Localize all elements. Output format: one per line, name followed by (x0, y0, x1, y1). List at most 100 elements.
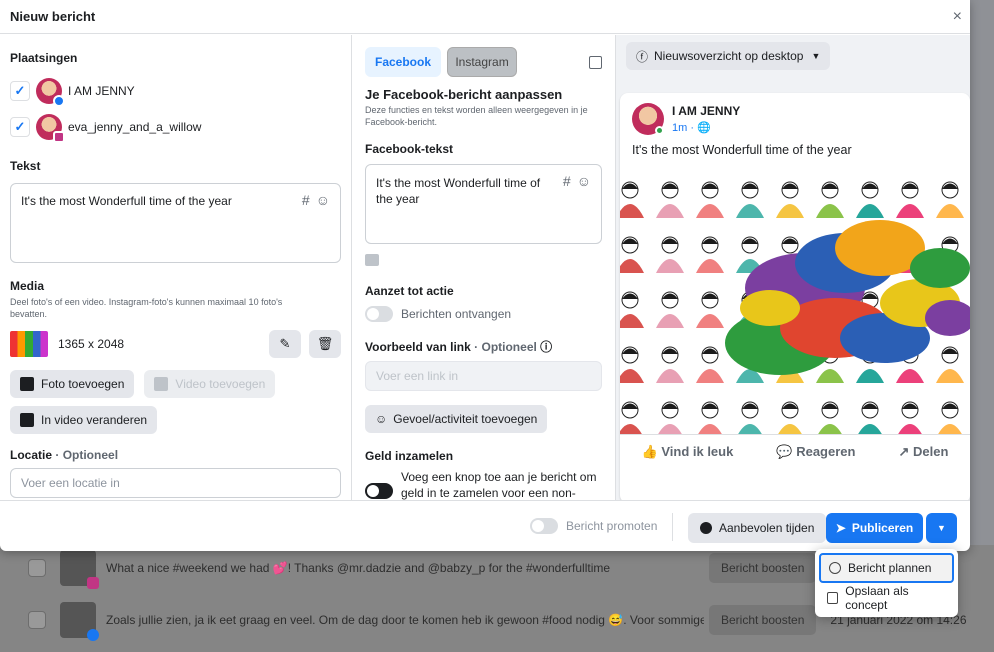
facebook-icon (87, 629, 99, 641)
customize-description: Deze functies en tekst worden alleen wee… (365, 105, 588, 127)
row-checkbox[interactable] (28, 559, 46, 577)
like-action[interactable]: 👍 Vind ik leuk (642, 444, 734, 460)
globe-icon: 🌐 (697, 122, 711, 134)
hashtag-icon[interactable]: # (563, 173, 571, 189)
caret-down-icon: ▼ (937, 523, 946, 533)
convert-video-row: In video veranderen (10, 406, 341, 434)
customize-heading: Je Facebook-bericht aanpassen (365, 87, 563, 102)
boost-button[interactable]: Bericht boosten (709, 605, 817, 635)
instagram-icon (87, 577, 99, 589)
smiley-icon: ☺ (375, 412, 388, 426)
link-optional: · Optioneel (474, 340, 537, 354)
avatar (632, 103, 664, 135)
facebook-text-value: It's the most Wonderfull time of the yea… (376, 176, 541, 206)
promote-label: Bericht promoten (566, 519, 658, 533)
preview-page-name: I AM JENNY (672, 104, 741, 118)
publish-label: Publiceren (851, 521, 914, 535)
placement-name: eva_jenny_and_a_willow (68, 120, 202, 134)
cta-option-label: Berichten ontvangen (401, 307, 512, 321)
fundraise-toggle[interactable] (365, 483, 393, 499)
feeling-row: ☺ Gevoel/activiteit toevoegen (365, 405, 602, 433)
location-label: Locatie (10, 448, 53, 462)
tab-facebook[interactable]: Facebook (365, 47, 442, 77)
share-action[interactable]: ↗ Delen (899, 444, 949, 460)
info-icon[interactable]: ⓘ (540, 340, 552, 354)
customize-column: Facebook Instagram Je Facebook-bericht a… (352, 35, 616, 500)
tab-instagram[interactable]: Instagram (447, 47, 518, 77)
convert-video-label: In video veranderen (41, 413, 148, 427)
facebook-badge-icon (53, 95, 65, 107)
add-photo-button[interactable]: Foto toevoegen (10, 370, 135, 398)
media-item: 1365 x 2048 ✎ 🗑 (10, 328, 341, 360)
schedule-post-item[interactable]: Bericht plannen (819, 553, 954, 583)
facebook-text-input[interactable]: It's the most Wonderfull time of the yea… (365, 164, 602, 244)
emoji-icon[interactable]: ☺ (577, 173, 591, 189)
convert-video-button[interactable]: In video veranderen (10, 406, 158, 434)
text-heading: Tekst (10, 159, 41, 173)
online-status-icon (655, 126, 664, 135)
post-text-value: It's the most Wonderfull time of the yea… (21, 194, 232, 208)
edit-pencil-icon[interactable]: ✎ (269, 330, 301, 358)
avatar (36, 114, 65, 143)
placement-instagram[interactable]: ✓ eva_jenny_and_a_willow (10, 109, 341, 145)
publish-dropdown-menu: Bericht plannen Opslaan als concept (815, 549, 958, 617)
preview-image (620, 168, 970, 434)
row-checkbox[interactable] (28, 611, 46, 629)
facebook-icon: ⓕ (636, 49, 649, 64)
media-heading: Media (10, 279, 45, 293)
text-format-icon[interactable] (365, 254, 379, 266)
modal-footer: Bericht promoten Aanbevolen tijden ➤ Pub… (0, 500, 970, 551)
publish-button[interactable]: ➤ Publiceren (826, 513, 923, 543)
post-thumbnail (60, 602, 99, 641)
placement-select[interactable]: ⓕ Nieuwsoverzicht op desktop ▼ (626, 42, 831, 70)
instagram-badge-icon (53, 131, 65, 143)
fundraise-heading: Geld inzamelen (365, 449, 454, 463)
avatar (36, 78, 65, 107)
promote-toggle[interactable] (530, 518, 558, 534)
location-optional: · Optioneel (55, 448, 119, 462)
location-heading: Locatie · Optioneel (10, 448, 341, 462)
placement-facebook[interactable]: ✓ I AM JENNY (10, 73, 341, 109)
photo-icon (20, 377, 34, 391)
network-tabs: Facebook Instagram (365, 47, 602, 77)
placement-select-label: Nieuwsoverzicht op desktop (654, 49, 804, 63)
post-text-input[interactable]: It's the most Wonderfull time of the yea… (10, 183, 341, 263)
close-icon[interactable]: × (953, 8, 962, 26)
checkbox-checked-icon[interactable]: ✓ (10, 117, 30, 137)
comment-icon: 💬 (776, 443, 793, 459)
preview-column: ⓕ Nieuwsoverzicht op desktop ▼ I AM JENNY … (616, 35, 970, 500)
hashtag-icon[interactable]: # (302, 192, 310, 208)
post-text: Zoals jullie zien, ja ik eet graag en ve… (106, 613, 704, 627)
publish-options-button[interactable]: ▼ (926, 513, 957, 543)
preview-time-row: 1m · 🌐 (672, 121, 711, 134)
modal-title: Nieuw bericht (10, 9, 96, 24)
layout-toggle-icon[interactable] (589, 55, 602, 69)
feeling-label: Gevoel/activiteit toevoegen (393, 412, 538, 426)
post-editor-column: Plaatsingen ✓ I AM JENNY ✓ eva_jenny_and… (0, 35, 352, 500)
add-video-button[interactable]: Video toevoegen (144, 370, 276, 398)
emoji-icon[interactable]: ☺ (316, 192, 330, 208)
video-icon (154, 377, 169, 391)
media-buttons: Foto toevoegen Video toevoegen (10, 370, 341, 398)
like-label: Vind ik leuk (661, 443, 734, 459)
cta-toggle-row[interactable]: Berichten ontvangen (365, 306, 602, 322)
link-heading: Voorbeeld van link (365, 340, 471, 354)
boost-button[interactable]: Bericht boosten (709, 553, 817, 583)
comment-action[interactable]: 💬 Reageren (776, 444, 855, 460)
fb-text-heading: Facebook-tekst (365, 142, 454, 156)
link-input[interactable]: Voer een link in (365, 361, 602, 391)
preview-actions: 👍 Vind ik leuk 💬 Reageren ↗ Delen (620, 434, 970, 468)
location-input[interactable]: Voer een locatie in (10, 468, 341, 498)
people-speech-bubbles-image (620, 181, 970, 434)
save-draft-item[interactable]: Opslaan als concept (819, 583, 954, 613)
cta-toggle[interactable] (365, 306, 393, 322)
feeling-button[interactable]: ☺ Gevoel/activiteit toevoegen (365, 405, 548, 433)
media-description: Deel foto's of een video. Instagram-foto… (10, 297, 283, 319)
clock-icon (829, 562, 841, 574)
media-dimensions: 1365 x 2048 (58, 337, 125, 351)
recommended-times-button[interactable]: Aanbevolen tijden (688, 513, 827, 543)
checkbox-checked-icon[interactable]: ✓ (10, 81, 30, 101)
promote-toggle-row[interactable]: Bericht promoten (530, 518, 657, 534)
share-label: Delen (913, 443, 949, 459)
trash-icon[interactable]: 🗑 (309, 330, 341, 358)
